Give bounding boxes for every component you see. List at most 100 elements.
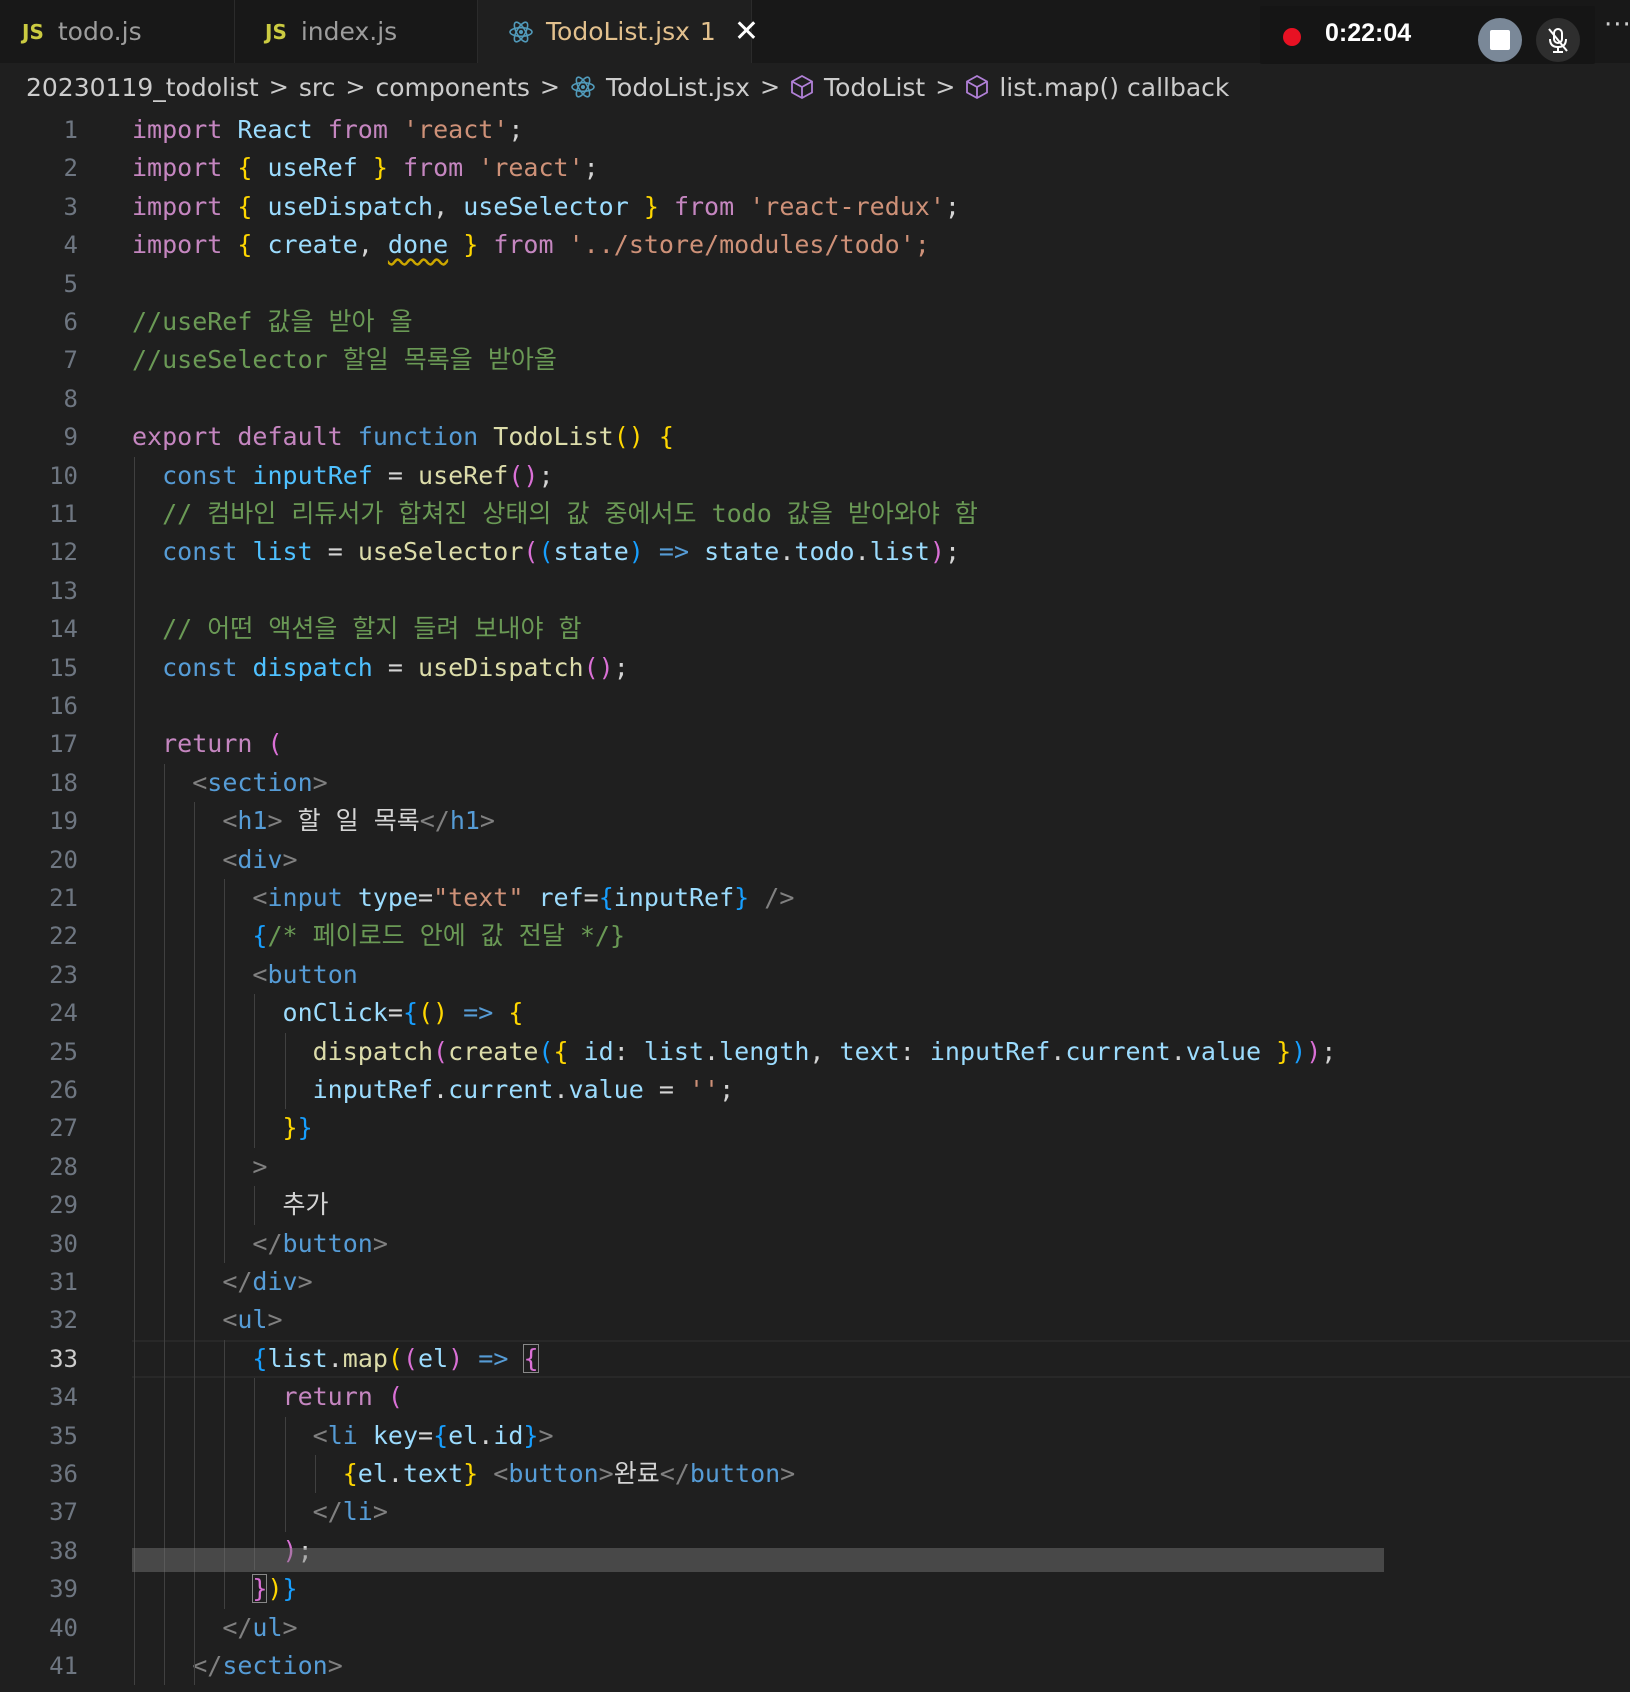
close-icon[interactable]: ✕ (734, 16, 759, 47)
code-line[interactable]: 29 추가 (0, 1186, 1630, 1224)
code-line[interactable]: 3 import { useDispatch, useSelector } fro… (0, 188, 1630, 226)
code-line[interactable]: 35 <li key={el.id}> (0, 1417, 1630, 1455)
line-number: 5 (63, 269, 78, 298)
tab-todo-js[interactable]: JS todo.js (0, 0, 235, 63)
code-line[interactable]: 40 </ul> (0, 1609, 1630, 1647)
code-line[interactable]: 36 {el.text} <button>완료</button> (0, 1455, 1630, 1493)
code-line[interactable]: 33 {list.map((el) => { (0, 1339, 1630, 1379)
line-number: 23 (49, 960, 78, 989)
code-text: </div> (222, 1267, 313, 1296)
line-number: 4 (63, 231, 78, 260)
stop-icon (1490, 30, 1510, 50)
code-line[interactable]: 32 <ul> (0, 1301, 1630, 1339)
tab-todolist-jsx[interactable]: TodoList.jsx 1 ✕ (478, 0, 759, 63)
code-line[interactable]: 17 return ( (0, 725, 1630, 763)
code-line[interactable]: 2 import { useRef } from 'react'; (0, 149, 1630, 187)
code-text: <input type="text" ref={inputRef} /> (252, 883, 795, 912)
more-actions-icon[interactable]: ··· (1604, 10, 1630, 40)
code-line[interactable]: 11 // 컴바인 리듀서가 합쳐진 상태의 값 중에서도 todo 값을 받아… (0, 495, 1630, 533)
code-text: import React from 'react'; (132, 115, 524, 144)
code-line[interactable]: 14 // 어떤 액션을 할지 들려 보내야 함 (0, 610, 1630, 648)
line-number: 28 (49, 1152, 78, 1181)
code-line[interactable]: 12 const list = useSelector((state) => s… (0, 533, 1630, 571)
code-text: <div> (222, 844, 298, 874)
code-line[interactable]: 34 return ( (0, 1378, 1630, 1416)
line-number: 27 (49, 1114, 78, 1143)
microphone-muted-button[interactable] (1536, 18, 1580, 62)
indent-guide (314, 1455, 316, 1494)
code-line[interactable]: 25 dispatch(create({ id: list.length, te… (0, 1033, 1630, 1071)
code-line[interactable]: 24 onClick={() => { (0, 994, 1630, 1032)
code-editor[interactable]: 1 import React from 'react'; 2 import { use… (0, 111, 1630, 1692)
breadcrumb-separator: > (345, 73, 366, 101)
line-number: 18 (49, 768, 78, 797)
breadcrumb-separator: > (759, 73, 781, 101)
code-text: <section> (192, 767, 328, 797)
breadcrumb-callback-label: list.map() callback (999, 72, 1230, 102)
code-text: <button (252, 959, 358, 989)
line-number: 40 (49, 1613, 78, 1642)
code-line[interactable]: 30 </button> (0, 1225, 1630, 1263)
tab-index-js[interactable]: JS index.js (235, 0, 478, 63)
line-number: 36 (49, 1460, 78, 1488)
code-line[interactable]: 22 {/* 페이로드 안에 값 전달 */} (0, 917, 1630, 955)
line-number: 3 (63, 192, 78, 221)
code-line[interactable]: 39 })} (0, 1570, 1630, 1608)
line-number: 30 (49, 1229, 78, 1258)
code-line[interactable]: 23 <button (0, 956, 1630, 994)
code-line[interactable]: 28 > (0, 1148, 1630, 1186)
code-line[interactable]: 7 //useSelector 할일 목록을 받아올 (0, 341, 1630, 379)
line-number: 25 (49, 1037, 78, 1066)
code-text: // 컴바인 리듀서가 합쳐진 상태의 값 중에서도 todo 값을 받아와야 … (162, 499, 978, 528)
code-line[interactable]: 18 <section> (0, 764, 1630, 802)
code-line[interactable]: 27 }} (0, 1109, 1630, 1147)
line-number: 9 (63, 423, 78, 452)
code-line[interactable]: 9 export default function TodoList() { (0, 418, 1630, 456)
recording-timer: 0:22:04 (1325, 19, 1412, 47)
breadcrumb-item-file[interactable]: TodoList.jsx (570, 73, 750, 102)
code-line[interactable]: 21 <input type="text" ref={inputRef} /> (0, 879, 1630, 917)
react-icon (508, 20, 534, 44)
code-line[interactable]: 41 </section> (0, 1647, 1630, 1685)
breadcrumb-item-folder[interactable]: 20230119_todolist (26, 73, 259, 102)
line-number: 37 (49, 1498, 78, 1527)
code-line[interactable]: 37 </li> (0, 1493, 1630, 1531)
horizontal-scrollbar[interactable] (132, 1548, 1384, 1572)
code-text: {list.map((el) => { (252, 1343, 539, 1373)
line-number: 10 (49, 461, 78, 490)
code-line[interactable]: 1 import React from 'react'; (0, 111, 1630, 149)
code-line[interactable]: 13 (0, 572, 1630, 610)
breadcrumb-item-components[interactable]: components (375, 73, 529, 102)
code-line[interactable]: 6 //useRef 값을 받아 올 (0, 303, 1630, 341)
code-line[interactable]: 4 import { create, done } from '../store/… (0, 226, 1630, 264)
code-line[interactable]: 15 const dispatch = useDispatch(); (0, 649, 1630, 687)
code-line[interactable]: 16 (0, 687, 1630, 725)
indent-guide (134, 456, 135, 1686)
code-line[interactable]: 31 </div> (0, 1263, 1630, 1301)
code-line[interactable]: 5 (0, 265, 1630, 303)
line-number: 39 (49, 1575, 78, 1604)
indent-guide (284, 1416, 286, 1532)
breadcrumb-item-src[interactable]: src (299, 73, 336, 102)
code-line[interactable]: 8 (0, 380, 1630, 418)
line-number: 16 (49, 692, 78, 720)
breadcrumb-separator: > (935, 73, 956, 101)
line-number: 35 (49, 1421, 78, 1450)
code-line[interactable]: 26 inputRef.current.value = ''; (0, 1071, 1630, 1109)
code-text: 추가 (282, 1190, 329, 1220)
code-line[interactable]: 20 <div> (0, 841, 1630, 879)
code-line[interactable]: 19 <h1> 할 일 목록</h1> (0, 802, 1630, 840)
indent-guide (224, 879, 226, 1263)
code-text: onClick={() => { (282, 998, 524, 1028)
code-text: }} (282, 1113, 313, 1143)
line-number: 33 (49, 1344, 78, 1373)
line-number: 8 (63, 384, 78, 413)
breadcrumb-item-callback[interactable]: list.map() callback (965, 73, 1229, 102)
line-number: 41 (49, 1652, 78, 1680)
line-number: 21 (49, 884, 78, 912)
breadcrumb-item-symbol[interactable]: TodoList (790, 73, 925, 102)
code-text: //useSelector 할일 목록을 받아올 (132, 345, 557, 375)
stop-recording-button[interactable] (1478, 18, 1522, 62)
code-text: const list = useSelector((state) => stat… (162, 537, 961, 567)
code-line[interactable]: 10 const inputRef = useRef(); (0, 457, 1630, 495)
